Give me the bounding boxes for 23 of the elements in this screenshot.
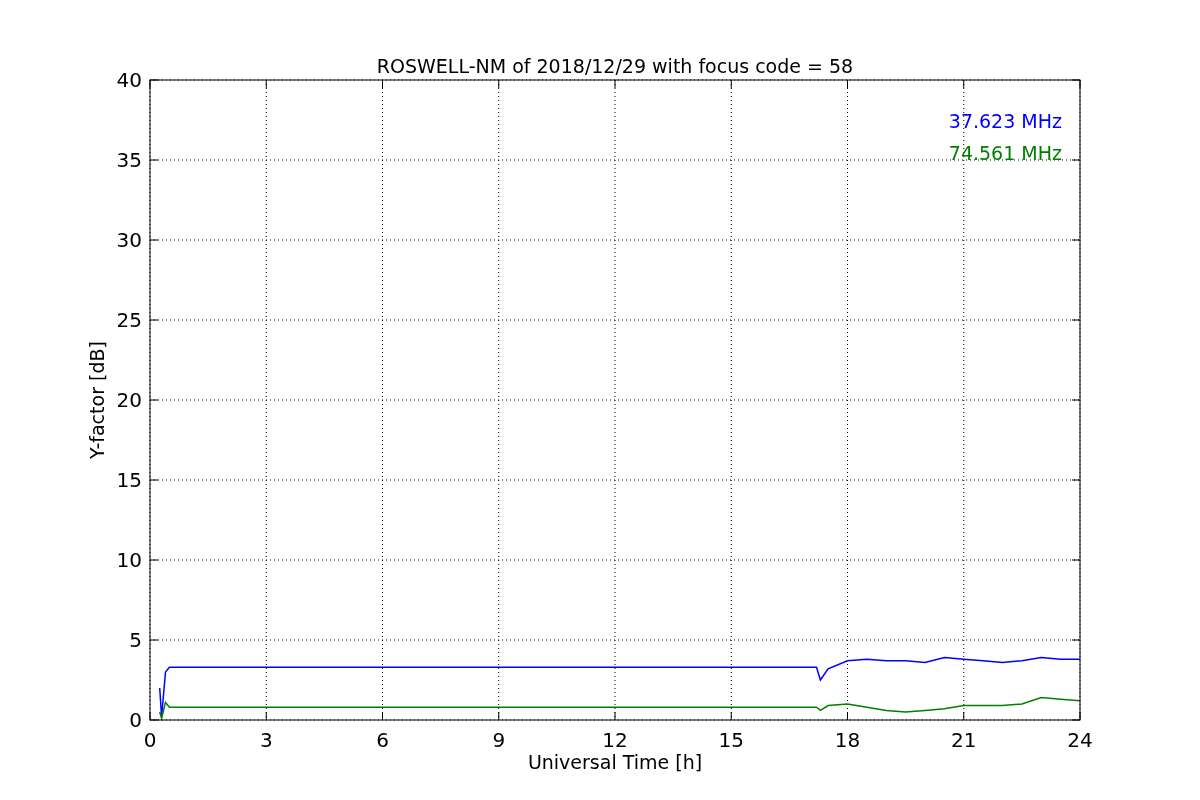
tick-label: 24 (1067, 728, 1093, 752)
legend-label: 37.623 MHz (948, 110, 1062, 132)
tick-label: 30 (116, 228, 142, 252)
tick-label: 12 (602, 728, 628, 752)
tick-label: 20 (116, 388, 142, 412)
axis-title: Y-factor [dB] (86, 341, 108, 459)
tick-label: 35 (116, 148, 142, 172)
tick-label: 9 (492, 728, 506, 752)
tick-label: 18 (834, 728, 861, 752)
chart-title: ROSWELL-NM of 2018/12/29 with focus code = 58 (376, 55, 854, 77)
tick-label: 3 (259, 728, 273, 752)
tick-label: 40 (116, 68, 142, 92)
tick-label: 0 (143, 728, 157, 752)
tick-label: 6 (376, 728, 389, 752)
tick-label: 10 (116, 548, 142, 572)
tick-label: 0 (129, 708, 142, 732)
axis-title: Universal Time [h] (527, 751, 703, 773)
legend-label: 74.561 MHz (948, 142, 1062, 164)
tick-label: 5 (129, 628, 142, 652)
tick-label: 15 (718, 728, 744, 752)
tick-label: 15 (116, 468, 142, 492)
tick-label: 25 (116, 308, 142, 332)
tick-label: 21 (951, 728, 977, 752)
